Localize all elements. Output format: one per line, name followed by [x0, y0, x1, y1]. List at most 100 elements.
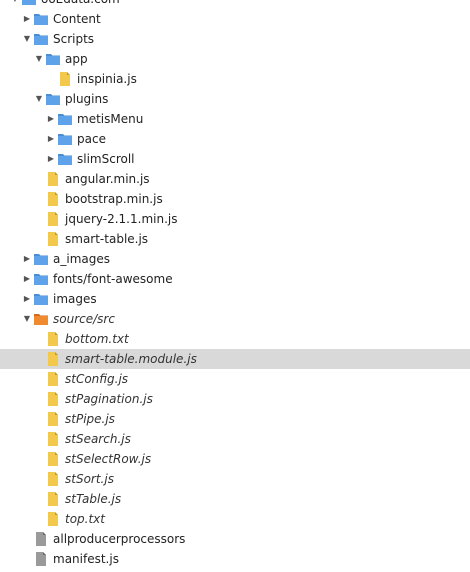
folder-icon — [22, 0, 36, 6]
tree-folder-row[interactable]: ▼ source/src — [0, 309, 470, 329]
chevron-right-icon[interactable]: ▶ — [22, 269, 32, 289]
tree-file-row[interactable]: bootstrap.min.js — [0, 189, 470, 209]
tree-file-row[interactable]: jquery-2.1.1.min.js — [0, 209, 470, 229]
js-file-icon — [46, 352, 60, 366]
tree-item-label: slimScroll — [77, 152, 135, 166]
tree-item-label: stConfig.js — [65, 372, 129, 386]
folder-icon — [34, 252, 48, 266]
tree-file-row[interactable]: stPipe.js — [0, 409, 470, 429]
tree-item-label: a_images — [53, 252, 110, 266]
js-file-icon — [46, 332, 60, 346]
tree-item-label: jquery-2.1.1.min.js — [65, 212, 178, 226]
js-file-icon — [46, 392, 60, 406]
folder-icon — [46, 92, 60, 106]
folder-icon — [34, 12, 48, 26]
chevron-right-icon[interactable]: ▶ — [22, 9, 32, 29]
js-file-icon — [46, 432, 60, 446]
tree-item-label: fonts/font-awesome — [53, 272, 173, 286]
js-file-icon — [46, 232, 60, 246]
chevron-right-icon[interactable]: ▶ — [46, 129, 56, 149]
js-file-icon — [46, 412, 60, 426]
js-file-icon — [46, 192, 60, 206]
tree-folder-row[interactable]: ▶ pace — [0, 129, 470, 149]
folder-icon — [58, 152, 72, 166]
tree-file-row[interactable]: allproducerprocessors — [0, 529, 470, 549]
tree-folder-row[interactable]: ▶ a_images — [0, 249, 470, 269]
tree-item-label: allproducerprocessors — [53, 532, 186, 546]
tree-file-row[interactable]: smart-table.js — [0, 229, 470, 249]
chevron-right-icon[interactable]: ▶ — [46, 109, 56, 129]
js-file-icon — [46, 212, 60, 226]
chevron-down-icon[interactable]: ▼ — [10, 0, 20, 9]
tree-item-label: smart-table.module.js — [65, 352, 197, 366]
tree-folder-row[interactable]: ▶ images — [0, 289, 470, 309]
tree-file-row[interactable]: smart-table.module.js — [0, 349, 470, 369]
tree-file-row[interactable]: inspinia.js — [0, 69, 470, 89]
folder-open-icon — [34, 312, 48, 326]
chevron-right-icon[interactable]: ▶ — [46, 149, 56, 169]
tree-file-row[interactable]: stTable.js — [0, 489, 470, 509]
chevron-right-icon[interactable]: ▶ — [22, 249, 32, 269]
tree-file-row[interactable]: stConfig.js — [0, 369, 470, 389]
folder-icon — [34, 292, 48, 306]
tree-folder-row[interactable]: ▶ Content — [0, 9, 470, 29]
tree-file-row[interactable]: bottom.txt — [0, 329, 470, 349]
tree-file-row[interactable]: stSearch.js — [0, 429, 470, 449]
tree-item-label: smart-table.js — [65, 232, 149, 246]
chevron-down-icon[interactable]: ▼ — [22, 29, 32, 49]
tree-folder-row[interactable]: ▼ Scripts — [0, 29, 470, 49]
folder-icon — [58, 132, 72, 146]
tree-item-label: stTable.js — [65, 492, 122, 506]
chevron-down-icon[interactable]: ▼ — [22, 309, 32, 329]
tree-file-row[interactable]: top.txt — [0, 509, 470, 529]
tree-item-label: plugins — [65, 92, 109, 106]
js-file-icon — [58, 72, 72, 86]
tree-item-label: app — [65, 52, 88, 66]
tree-item-label: Scripts — [53, 32, 95, 46]
tree-item-label: bootstrap.min.js — [65, 192, 163, 206]
tree-item-label: Content — [53, 12, 101, 26]
tree-item-label: top.txt — [65, 512, 105, 526]
chevron-right-icon[interactable]: ▶ — [22, 289, 32, 309]
tree-file-row[interactable]: manifest.js — [0, 549, 470, 569]
js-file-icon — [46, 452, 60, 466]
tree-item-label: manifest.js — [53, 552, 119, 566]
folder-icon — [34, 272, 48, 286]
tree-item-label: inspinia.js — [77, 72, 137, 86]
tree-file-row[interactable]: stPagination.js — [0, 389, 470, 409]
tree-file-row[interactable]: angular.min.js — [0, 169, 470, 189]
file-icon — [34, 532, 48, 546]
tree-item-label: pace — [77, 132, 106, 146]
folder-icon — [34, 32, 48, 46]
folder-icon — [46, 52, 60, 66]
tree-item-label: ooEdata.com — [41, 0, 120, 9]
tree-item-label: source/src — [53, 312, 115, 326]
tree-item-label: stSearch.js — [65, 432, 131, 446]
tree-folder-row[interactable]: ▼ ooEdata.com — [0, 0, 470, 9]
tree-item-label: metisMenu — [77, 112, 144, 126]
file-tree: ▼ ooEdata.com ▶ Content ▼ Scripts ▼ app inspinia… — [0, 0, 470, 569]
tree-item-label: bottom.txt — [65, 332, 129, 346]
chevron-down-icon[interactable]: ▼ — [34, 49, 44, 69]
js-file-icon — [46, 492, 60, 506]
js-file-icon — [46, 512, 60, 526]
tree-folder-row[interactable]: ▼ plugins — [0, 89, 470, 109]
tree-item-label: stSort.js — [65, 472, 114, 486]
tree-item-label: angular.min.js — [65, 172, 150, 186]
js-file-icon — [46, 472, 60, 486]
folder-icon — [58, 112, 72, 126]
file-icon — [34, 552, 48, 566]
tree-item-label: stPagination.js — [65, 392, 153, 406]
js-file-icon — [46, 172, 60, 186]
tree-file-row[interactable]: stSelectRow.js — [0, 449, 470, 469]
tree-folder-row[interactable]: ▶ slimScroll — [0, 149, 470, 169]
tree-item-label: stPipe.js — [65, 412, 115, 426]
tree-file-row[interactable]: stSort.js — [0, 469, 470, 489]
tree-item-label: images — [53, 292, 97, 306]
tree-folder-row[interactable]: ▶ metisMenu — [0, 109, 470, 129]
chevron-down-icon[interactable]: ▼ — [34, 89, 44, 109]
js-file-icon — [46, 372, 60, 386]
tree-item-label: stSelectRow.js — [65, 452, 152, 466]
tree-folder-row[interactable]: ▶ fonts/font-awesome — [0, 269, 470, 289]
tree-folder-row[interactable]: ▼ app — [0, 49, 470, 69]
